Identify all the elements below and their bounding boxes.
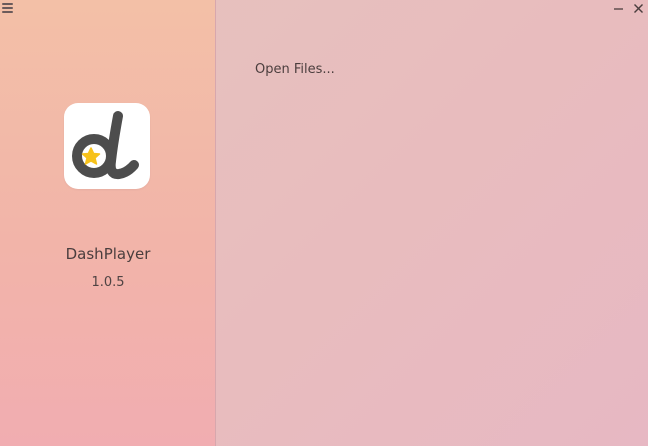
app-window: DashPlayer 1.0.5 Open Files...: [0, 0, 648, 446]
minimize-button[interactable]: [612, 0, 624, 16]
window-controls: [612, 0, 644, 16]
hamburger-menu-icon-line: [2, 7, 13, 9]
close-button[interactable]: [632, 0, 644, 16]
app-version: 1.0.5: [91, 275, 125, 290]
hamburger-menu-icon: [2, 3, 13, 5]
logo-svg: [72, 111, 139, 180]
hamburger-menu-icon-line: [2, 11, 13, 13]
menu-button[interactable]: [2, 1, 16, 15]
dashplayer-logo-icon: [64, 103, 150, 189]
open-files-link[interactable]: Open Files...: [255, 62, 335, 77]
sidebar: DashPlayer 1.0.5: [0, 0, 216, 446]
minimize-icon: [613, 7, 623, 10]
app-name: DashPlayer: [65, 245, 151, 263]
close-icon: [633, 3, 643, 13]
